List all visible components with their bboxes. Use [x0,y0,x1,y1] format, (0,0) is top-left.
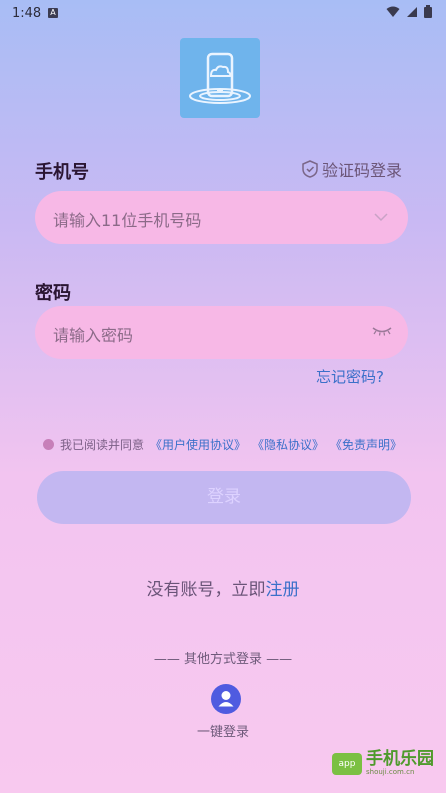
disclaimer-link[interactable]: 《免责声明》 [330,436,402,453]
login-button[interactable]: 登录 [37,471,411,524]
watermark: app 手机乐园 shouji.com.cn [332,750,434,777]
register-link[interactable]: 注册 [266,580,300,600]
agreement-checkbox[interactable] [43,439,54,450]
phone-input[interactable]: 请输入11位手机号码 [35,191,408,244]
other-login-title: —— 其他方式登录 —— [153,652,293,667]
agreement-row: 我已阅读并同意 《用户使用协议》 《隐私协议》 《免责声明》 [43,436,402,453]
forgot-password-link[interactable]: 忘记密码? [316,366,384,387]
password-placeholder: 请输入密码 [53,326,134,345]
app-logo [180,38,260,118]
agreement-prefix: 我已阅读并同意 [60,438,145,452]
user-agreement-link[interactable]: 《用户使用协议》 [150,436,246,453]
battery-icon [424,5,432,18]
register-prefix: 没有账号，立即 [146,580,266,600]
system-icons [386,5,432,18]
watermark-url: shouji.com.cn [366,768,415,776]
phone-cloud-icon [189,52,251,104]
chevron-down-icon[interactable] [374,213,388,222]
register-row: 没有账号，立即注册 [0,575,446,600]
one-key-login-label: 一键登录 [196,725,249,740]
one-key-login-button[interactable] [211,684,241,714]
status-time: 1:48 [12,6,42,21]
eye-closed-icon[interactable] [372,326,392,336]
watermark-title: 手机乐园 [366,749,434,769]
status-bar: 1:48 A [0,0,446,28]
privacy-policy-link[interactable]: 《隐私协议》 [252,436,324,453]
watermark-logo: app [332,752,362,775]
password-input[interactable]: 请输入密码 [35,306,408,359]
sms-login-button[interactable]: 验证码登录 [302,157,402,181]
user-icon [218,691,234,707]
wifi-icon [386,6,400,17]
phone-label: 手机号 [35,162,89,183]
shield-icon [302,160,318,178]
phone-placeholder: 请输入11位手机号码 [53,211,202,230]
signal-icon [407,6,417,17]
sms-login-label: 验证码登录 [322,161,403,180]
notification-icon: A [48,8,58,18]
password-label: 密码 [35,283,71,304]
